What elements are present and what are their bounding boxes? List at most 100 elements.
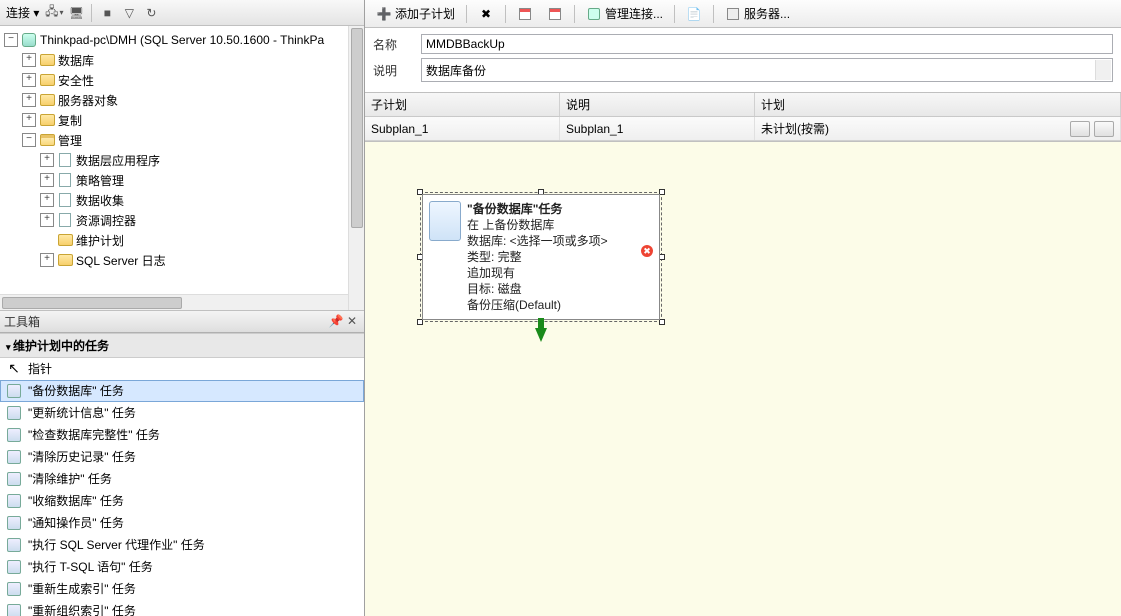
tree-root[interactable]: − Thinkpad-pc\DMH (SQL Server 10.50.1600… xyxy=(0,30,364,50)
tree-label: Thinkpad-pc\DMH (SQL Server 10.50.1600 -… xyxy=(40,33,324,47)
tree-node-dataapp[interactable]: + 数据层应用程序 xyxy=(0,150,364,170)
cell-plan[interactable]: 未计划(按需) xyxy=(755,117,1121,140)
toolbox-item-notify[interactable]: "通知操作员" 任务 xyxy=(0,512,364,534)
stop-icon[interactable]: ■ xyxy=(98,4,116,22)
toolbox-item-exectsql[interactable]: "执行 T-SQL 语句" 任务 xyxy=(0,556,364,578)
subplan-grid: 子计划 说明 计划 Subplan_1 Subplan_1 未计划(按需) xyxy=(365,93,1121,142)
folder-icon xyxy=(39,72,55,88)
filter-icon[interactable]: ▽ xyxy=(120,4,138,22)
tree-node-management[interactable]: − 管理 xyxy=(0,130,364,150)
expander-icon[interactable]: + xyxy=(22,113,36,127)
schedule-button[interactable] xyxy=(1070,121,1090,137)
tree-node-security[interactable]: + 安全性 xyxy=(0,70,364,90)
toolbox-item-checkdb[interactable]: "检查数据库完整性" 任务 xyxy=(0,424,364,446)
col-subplan[interactable]: 子计划 xyxy=(365,93,560,116)
expander-icon[interactable]: + xyxy=(40,213,54,227)
toolbox-item-cleanhist[interactable]: "清除历史记录" 任务 xyxy=(0,446,364,468)
tree-label: 安全性 xyxy=(58,72,94,89)
name-input[interactable] xyxy=(421,34,1113,54)
tree-label: 资源调控器 xyxy=(76,212,136,229)
error-icon[interactable]: ✖ xyxy=(641,245,653,257)
expander-icon[interactable]: − xyxy=(22,133,36,147)
toolbox-header: 工具箱 📌 ✕ xyxy=(0,311,364,333)
pin-icon[interactable]: 📌 xyxy=(328,313,344,329)
cell-desc[interactable]: Subplan_1 xyxy=(560,117,755,140)
desc-scrollbar[interactable] xyxy=(1095,60,1111,80)
toolbox-item-rebuild[interactable]: "重新生成索引" 任务 xyxy=(0,578,364,600)
expander-icon[interactable]: + xyxy=(40,193,54,207)
task-icon xyxy=(6,471,22,487)
disconnect-icon[interactable]: 🖥 xyxy=(67,4,85,22)
object-explorer-tree[interactable]: − Thinkpad-pc\DMH (SQL Server 10.50.1600… xyxy=(0,26,364,311)
manage-connections-button[interactable]: 管理连接... xyxy=(581,2,668,25)
tree-node-maintplan[interactable]: 维护计划 xyxy=(0,230,364,250)
tree-node-serverobj[interactable]: + 服务器对象 xyxy=(0,90,364,110)
folder-icon xyxy=(39,112,55,128)
grid-row[interactable]: Subplan_1 Subplan_1 未计划(按需) xyxy=(365,117,1121,141)
page-icon xyxy=(57,212,73,228)
connect-icon[interactable]: 🖧 xyxy=(45,4,63,22)
toolbox-item-updatestats[interactable]: "更新统计信息" 任务 xyxy=(0,402,364,424)
folder-icon xyxy=(57,232,73,248)
nocalendar-icon[interactable] xyxy=(542,3,568,25)
toolbox-item-backup[interactable]: "备份数据库" 任务 xyxy=(0,380,364,402)
server-icon xyxy=(725,6,741,22)
expander-icon[interactable]: + xyxy=(22,53,36,67)
add-subplan-button[interactable]: ➕添加子计划 xyxy=(371,2,460,25)
connection-toolbar: 连接 ▾ 🖧 🖥 ■ ▽ ↻ xyxy=(0,0,364,26)
task-line: 追加现有 xyxy=(467,265,653,281)
toolbox-item-cleanmaint[interactable]: "清除维护" 任务 xyxy=(0,468,364,490)
desc-input[interactable]: 数据库备份 xyxy=(421,58,1113,82)
separator xyxy=(91,4,92,22)
toolbox-group-tasks[interactable]: 维护计划中的任务 xyxy=(0,333,364,358)
col-desc[interactable]: 说明 xyxy=(560,93,755,116)
tree-label: 数据层应用程序 xyxy=(76,152,160,169)
design-canvas[interactable]: "备份数据库"任务 在 上备份数据库 数据库: <选择一项或多项> 类型: 完整… xyxy=(365,142,1121,616)
expander-icon[interactable]: + xyxy=(40,173,54,187)
log-icon[interactable]: 📄 xyxy=(681,3,707,25)
calendar-icon[interactable] xyxy=(512,3,538,25)
button-label: 添加子计划 xyxy=(395,5,455,22)
expander-icon[interactable]: + xyxy=(40,153,54,167)
add-icon: ➕ xyxy=(376,6,392,22)
toolbox-item-label: "执行 T-SQL 语句" 任务 xyxy=(28,558,153,575)
tree-label: 数据收集 xyxy=(76,192,124,209)
task-icon xyxy=(6,493,22,509)
page-icon xyxy=(57,172,73,188)
tree-scrollbar-horizontal[interactable] xyxy=(0,294,348,310)
tree-node-replication[interactable]: + 复制 xyxy=(0,110,364,130)
tree-node-sqllog[interactable]: + SQL Server 日志 xyxy=(0,250,364,270)
close-icon[interactable]: ✕ xyxy=(344,313,360,329)
tree-node-database[interactable]: + 数据库 xyxy=(0,50,364,70)
tree-node-policy[interactable]: + 策略管理 xyxy=(0,170,364,190)
refresh-icon[interactable]: ↻ xyxy=(142,4,160,22)
cell-subplan[interactable]: Subplan_1 xyxy=(365,117,560,140)
expander-icon[interactable]: + xyxy=(40,253,54,267)
toolbox-list[interactable]: 维护计划中的任务 指针 "备份数据库" 任务 "更新统计信息" 任务 "检查数据… xyxy=(0,333,364,616)
toolbox-title: 工具箱 xyxy=(4,313,40,330)
expander-icon[interactable]: + xyxy=(22,73,36,87)
tree-node-resgov[interactable]: + 资源调控器 xyxy=(0,210,364,230)
task-line: 目标: 磁盘 xyxy=(467,281,653,297)
task-icon xyxy=(6,427,22,443)
task-box[interactable]: "备份数据库"任务 在 上备份数据库 数据库: <选择一项或多项> 类型: 完整… xyxy=(422,194,660,320)
remove-schedule-button[interactable] xyxy=(1094,121,1114,137)
tree-node-datacollect[interactable]: + 数据收集 xyxy=(0,190,364,210)
connect-dropdown[interactable]: 连接 ▾ xyxy=(4,4,41,21)
toolbox-item-reorg[interactable]: "重新组织索引" 任务 xyxy=(0,600,364,616)
toolbox-item-pointer[interactable]: 指针 xyxy=(0,358,364,380)
toolbox-item-label: "检查数据库完整性" 任务 xyxy=(28,426,160,443)
separator xyxy=(574,5,575,23)
desc-value: 数据库备份 xyxy=(426,62,486,79)
expander-icon[interactable]: + xyxy=(22,93,36,107)
toolbox-item-shrink[interactable]: "收缩数据库" 任务 xyxy=(0,490,364,512)
task-icon xyxy=(6,537,22,553)
toolbox-item-execagent[interactable]: "执行 SQL Server 代理作业" 任务 xyxy=(0,534,364,556)
delete-icon[interactable]: ✖ xyxy=(473,3,499,25)
servers-button[interactable]: 服务器... xyxy=(720,2,795,25)
expander-icon[interactable]: − xyxy=(4,33,18,47)
tree-scrollbar-vertical[interactable] xyxy=(348,26,364,310)
tree-label: 管理 xyxy=(58,132,82,149)
backup-task-node[interactable]: "备份数据库"任务 在 上备份数据库 数据库: <选择一项或多项> 类型: 完整… xyxy=(420,192,662,322)
col-plan[interactable]: 计划 xyxy=(755,93,1121,116)
